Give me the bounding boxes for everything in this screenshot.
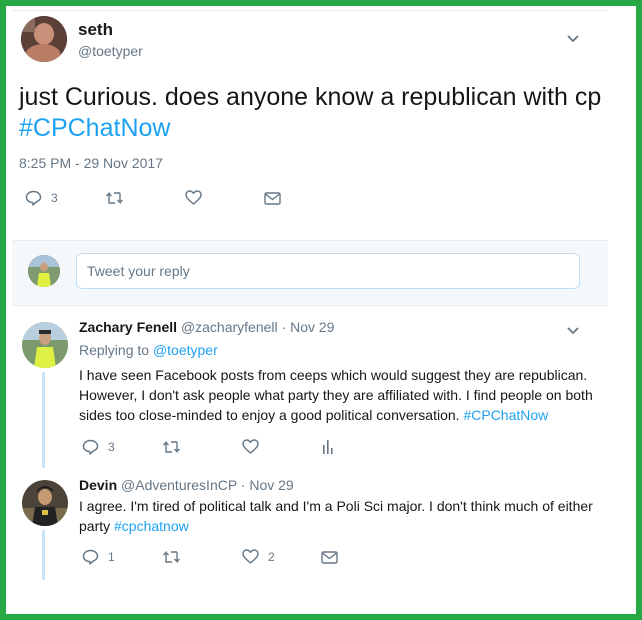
retweet-icon	[105, 191, 124, 205]
author-handle[interactable]: @AdventuresInCP	[121, 477, 237, 493]
author-name[interactable]: Zachary Fenell	[79, 319, 177, 335]
author-name[interactable]: Devin	[79, 477, 117, 493]
tweet-timestamp[interactable]: 8:25 PM - 29 Nov 2017	[19, 155, 163, 171]
reply-tweet: Zachary Fenell @zacharyfenell · Nov 29 R…	[12, 318, 608, 468]
like-icon	[242, 439, 259, 454]
message-icon	[321, 551, 338, 564]
like-button[interactable]: 2	[242, 549, 275, 564]
reply-count: 3	[51, 191, 58, 205]
like-button[interactable]	[242, 439, 259, 454]
avatar[interactable]	[28, 255, 60, 287]
avatar[interactable]	[22, 480, 68, 526]
avatar[interactable]	[22, 322, 68, 368]
reply-icon	[82, 549, 99, 565]
replying-to-label: Replying to	[79, 342, 150, 358]
mention-link[interactable]: @toetyper	[153, 342, 218, 358]
like-icon	[242, 549, 259, 564]
replying-to: Replying to @toetyper	[79, 342, 218, 358]
reply-count: 1	[108, 550, 115, 564]
tweet-date[interactable]: · Nov 29	[241, 477, 294, 493]
reply-button[interactable]: 3	[25, 190, 58, 206]
hashtag-link[interactable]: #cpchatnow	[114, 518, 189, 534]
reply-button[interactable]: 1	[82, 549, 115, 565]
thread-line	[42, 530, 45, 580]
reply-header: Devin @AdventuresInCP · Nov 29	[79, 477, 294, 493]
like-button[interactable]	[185, 190, 202, 205]
reply-header: Zachary Fenell @zacharyfenell · Nov 29	[79, 319, 334, 335]
like-icon	[185, 190, 202, 205]
author-handle[interactable]: @toetyper	[78, 43, 143, 59]
author-handle[interactable]: @zacharyfenell	[181, 319, 278, 335]
analytics-icon	[322, 439, 334, 455]
direct-message-button[interactable]	[264, 192, 281, 205]
reply-tweet: Devin @AdventuresInCP · Nov 29 I agree. …	[12, 476, 608, 580]
reply-input[interactable]	[76, 253, 580, 289]
hashtag-link[interactable]: #CPChatNow	[19, 114, 170, 142]
reply-icon	[25, 190, 42, 206]
avatar[interactable]	[21, 16, 67, 62]
retweet-button[interactable]	[105, 191, 124, 205]
reply-composer	[12, 240, 608, 306]
chevron-down-icon[interactable]	[567, 32, 579, 46]
retweet-button[interactable]	[162, 550, 181, 564]
retweet-button[interactable]	[162, 440, 181, 454]
direct-message-button[interactable]	[321, 551, 338, 564]
tweet-actions: 3	[19, 190, 319, 210]
reply-icon	[82, 439, 99, 455]
tweet-text-body: just Curious. does anyone know a republi…	[19, 83, 602, 111]
reply-button[interactable]: 3	[82, 439, 115, 455]
hashtag-link[interactable]: #CPChatNow	[463, 407, 548, 423]
divider	[12, 10, 608, 11]
message-icon	[264, 192, 281, 205]
retweet-icon	[162, 550, 181, 564]
author-name[interactable]: seth	[78, 20, 113, 40]
reply-count: 3	[108, 440, 115, 454]
retweet-icon	[162, 440, 181, 454]
tweet-text: I have seen Facebook posts from ceeps wh…	[79, 365, 599, 425]
analytics-button[interactable]	[322, 439, 334, 455]
thread-line	[42, 372, 45, 468]
tweet-date[interactable]: · Nov 29	[282, 319, 335, 335]
tweet-text: I agree. I'm tired of political talk and…	[79, 496, 599, 536]
tweet-text: just Curious. does anyone know a republi…	[19, 82, 609, 144]
like-count: 2	[268, 549, 275, 564]
chevron-down-icon[interactable]	[567, 324, 579, 338]
